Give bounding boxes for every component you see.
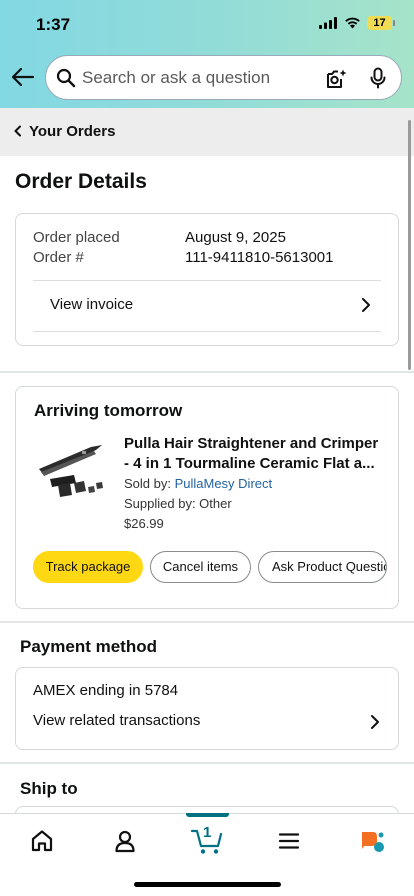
camera-icon[interactable] [325, 68, 347, 90]
home-icon[interactable] [27, 826, 57, 856]
chevron-right-icon [371, 715, 379, 729]
wifi-icon [345, 17, 360, 29]
supplied-by: Supplied by: Other [124, 496, 232, 511]
order-number-value: 111-9411810-5613001 [185, 249, 334, 266]
cart-tab[interactable]: 1 [190, 822, 224, 858]
shipment-card: Arriving tomorrow Pulla Hair Straightene… [15, 386, 399, 609]
home-indicator[interactable] [134, 882, 281, 887]
rufus-icon[interactable] [358, 826, 388, 856]
status-icons: 17 [319, 16, 395, 30]
payment-card-info: AMEX ending in 5784 [33, 682, 179, 699]
seller-link[interactable]: PullaMesy Direct [175, 476, 273, 491]
view-transactions-row[interactable]: View related transactions [16, 706, 398, 746]
track-package-button[interactable]: Track package [33, 551, 143, 583]
order-number-label: Order # [33, 249, 84, 266]
breadcrumb-label[interactable]: Your Orders [29, 123, 115, 140]
battery-icon: 17 [367, 16, 395, 30]
search-input[interactable] [82, 67, 312, 89]
cart-count: 1 [203, 824, 212, 841]
product-image[interactable] [36, 439, 106, 503]
search-icon [56, 68, 76, 88]
page-title: Order Details [15, 170, 147, 193]
chevron-left-icon [14, 125, 21, 137]
view-transactions-label[interactable]: View related transactions [33, 712, 200, 729]
signal-icon [319, 17, 337, 29]
payment-card: AMEX ending in 5784 View related transac… [15, 667, 399, 750]
divider [33, 331, 381, 332]
scrollbar[interactable] [408, 120, 411, 370]
ship-to-heading: Ship to [20, 779, 78, 798]
chevron-right-icon [362, 298, 370, 312]
mic-icon[interactable] [369, 67, 387, 89]
search-bar[interactable] [45, 55, 402, 100]
status-time: 1:37 [36, 15, 71, 34]
order-placed-label: Order placed [33, 229, 120, 246]
view-invoice-label[interactable]: View invoice [50, 296, 133, 313]
active-tab-indicator [186, 813, 229, 817]
back-arrow-icon[interactable] [10, 64, 36, 90]
breadcrumb[interactable]: Your Orders [0, 108, 414, 156]
payment-method-heading: Payment method [20, 637, 157, 656]
ask-product-question-button[interactable]: Ask Product Question [258, 551, 387, 583]
header: 1:37 17 [0, 0, 414, 108]
cancel-items-button[interactable]: Cancel items [150, 551, 251, 583]
menu-icon[interactable] [274, 826, 304, 856]
account-icon[interactable] [110, 826, 140, 856]
order-info-card: Order placed August 9, 2025 Order # 111-… [15, 213, 399, 346]
product-name-line2[interactable]: - 4 in 1 Tourmaline Ceramic Flat a... [124, 454, 386, 474]
section-divider [0, 762, 414, 764]
sold-by-label: Sold by: [124, 476, 175, 491]
product-name[interactable]: Pulla Hair Straightener and Crimper - 4 … [124, 434, 386, 474]
section-divider [0, 371, 414, 373]
price: $26.99 [124, 516, 164, 531]
section-divider [0, 621, 414, 623]
delivery-status: Arriving tomorrow [34, 401, 183, 420]
view-invoice-row[interactable]: View invoice [33, 281, 381, 331]
product-name-line1[interactable]: Pulla Hair Straightener and Crimper [124, 434, 386, 454]
sold-by: Sold by: PullaMesy Direct [124, 476, 272, 491]
order-placed-value: August 9, 2025 [185, 229, 286, 246]
